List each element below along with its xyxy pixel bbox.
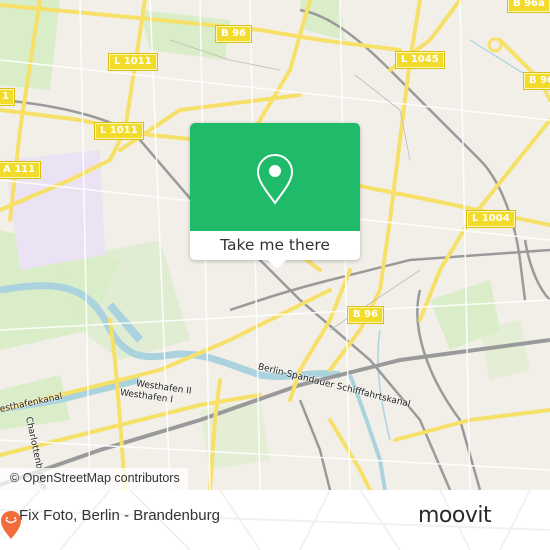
road-label-b96-mid: B 96 [346,306,385,324]
take-me-there-button[interactable]: Take me there [190,231,360,260]
popup-header [190,123,360,231]
footer-bar: Fix Foto, Berlin - Brandenburg moovit [0,490,550,550]
road-label-l1011-edge: 1 [0,88,15,106]
road-label-b96a: B 96a [507,0,550,13]
moovit-logo[interactable]: moovit [418,503,492,528]
place-name: Fix Foto, Berlin - Brandenburg [19,507,220,524]
road-label-a111: A 111 [0,161,42,179]
road-label-l1045: L 1045 [395,51,445,69]
map-view[interactable]: B 96 B 96a L 1011 1 L 1011 L 1045 B 96 A… [0,0,550,490]
road-label-l1011-upper: L 1011 [108,53,158,71]
moovit-pin-icon [1,511,21,539]
road-label-l1011-lower: L 1011 [94,122,144,140]
road-label-b96-right: B 96 [522,72,550,90]
popup-pointer [268,260,286,269]
location-pin-icon [256,153,294,205]
location-popup: Take me there [190,123,360,269]
map-attribution[interactable]: © OpenStreetMap contributors [0,468,188,490]
road-label-l1004: L 1004 [466,210,516,228]
road-label-b96-top: B 96 [214,25,253,43]
